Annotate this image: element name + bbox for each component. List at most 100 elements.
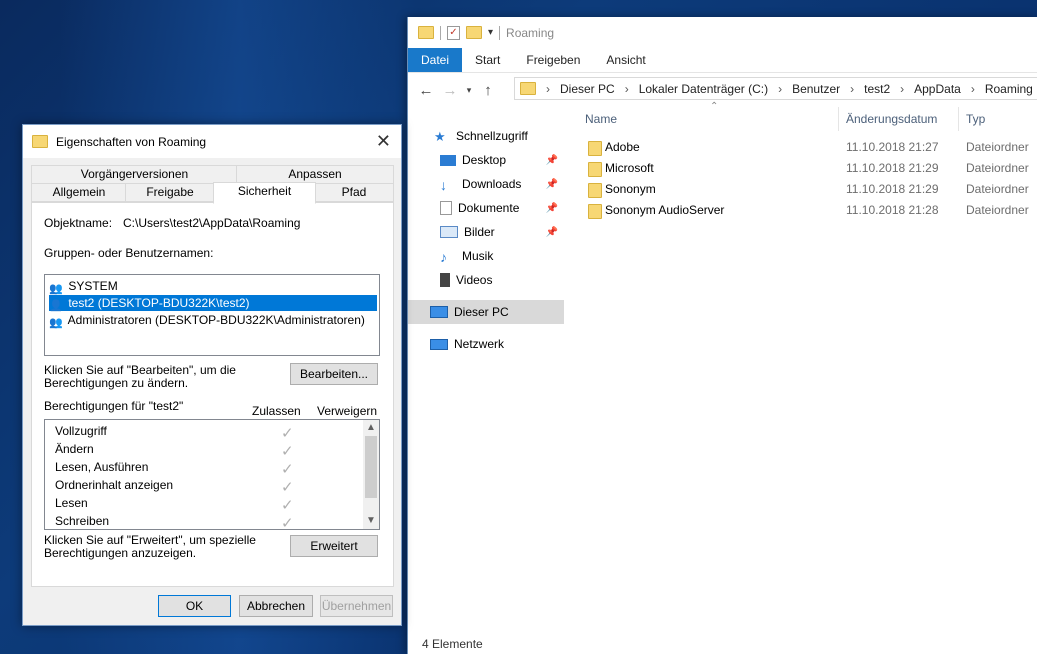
nav-label: Dieser PC (454, 305, 509, 319)
pin-icon[interactable]: 📌 (546, 155, 558, 166)
tab-general[interactable]: Allgemein (31, 183, 127, 202)
nav-label: Netzwerk (454, 337, 505, 351)
permissions-list[interactable]: Vollzugriff ✓ Ändern ✓ Lesen, Ausführen … (44, 419, 380, 530)
address-bar[interactable]: › Dieser PC › Lokaler Datenträger (C:) ›… (514, 77, 1037, 100)
permissions-scrollbar[interactable]: ▲ ▼ (363, 420, 379, 529)
nav-videos[interactable]: Videos (408, 268, 564, 292)
explorer-titlebar: ✓ ▾ Roaming (408, 17, 1037, 48)
close-icon[interactable]: ✕ (376, 131, 391, 152)
ribbon-tabs: Datei Start Freigeben Ansicht (408, 48, 1037, 73)
nav-this-pc[interactable]: Dieser PC (408, 300, 564, 324)
new-folder-icon[interactable] (466, 26, 482, 39)
file-row[interactable]: Sononym 11.10.2018 21:29 Dateiordner (574, 179, 1037, 200)
cancel-button[interactable]: Abbrechen (239, 595, 313, 617)
tab-start[interactable]: Start (462, 48, 513, 72)
tab-sharing[interactable]: Freigabe (125, 183, 215, 202)
forward-icon[interactable]: → (438, 82, 462, 99)
file-name: Sononym (605, 182, 656, 196)
dialog-title: Eigenschaften von Roaming (56, 134, 207, 149)
breadcrumb-users[interactable]: Benutzer (792, 82, 840, 96)
file-type: Dateiordner (966, 140, 1029, 154)
video-icon (440, 273, 450, 287)
nav-network[interactable]: Netzwerk (408, 332, 564, 356)
breadcrumb-roaming[interactable]: Roaming (985, 82, 1033, 96)
permission-row: Schreiben ✓ (55, 514, 355, 529)
file-date: 11.10.2018 21:28 (846, 203, 939, 217)
file-row[interactable]: Sononym AudioServer 11.10.2018 21:28 Dat… (574, 200, 1037, 221)
checkmark-icon: ✓ (281, 479, 294, 496)
object-name-label: Objektname: (44, 216, 113, 230)
nav-documents[interactable]: Dokumente 📌 (408, 196, 564, 220)
folder-icon (588, 141, 602, 156)
tab-view[interactable]: Ansicht (593, 48, 658, 72)
window-title: Roaming (506, 25, 555, 40)
chevron-right-icon[interactable]: › (625, 82, 629, 96)
folder-icon (588, 204, 602, 219)
scroll-thumb[interactable] (365, 436, 377, 498)
breadcrumb-appdata[interactable]: AppData (914, 82, 961, 96)
checkmark-icon: ✓ (281, 425, 294, 442)
pin-icon[interactable]: 📌 (546, 203, 558, 214)
column-type[interactable]: Typ (966, 112, 985, 126)
chevron-right-icon[interactable]: › (778, 82, 782, 96)
file-type: Dateiordner (966, 182, 1029, 196)
customize-quick-access-icon[interactable]: ▾ (488, 27, 493, 38)
back-icon[interactable]: ← (414, 82, 438, 99)
up-icon[interactable]: ↑ (476, 82, 500, 99)
permission-name: Schreiben (55, 514, 110, 528)
permission-row: Vollzugriff ✓ (55, 424, 355, 442)
recent-locations-icon[interactable]: ▾ (462, 85, 476, 96)
advanced-button[interactable]: Erweitert (290, 535, 378, 557)
user-name: Administratoren (DESKTOP-BDU322K\Adminis… (67, 313, 365, 327)
computer-icon (430, 306, 448, 318)
apply-button[interactable]: Übernehmen (320, 595, 393, 617)
pin-icon[interactable]: 📌 (546, 179, 558, 190)
properties-dialog: Eigenschaften von Roaming ✕ Vorgängerver… (22, 124, 402, 626)
breadcrumb-drive-c[interactable]: Lokaler Datenträger (C:) (639, 82, 768, 96)
column-name[interactable]: Name (585, 112, 617, 126)
file-date: 11.10.2018 21:27 (846, 140, 939, 154)
permission-name: Lesen, Ausführen (55, 460, 149, 474)
permission-name: Vollzugriff (55, 424, 107, 438)
tab-path[interactable]: Pfad (314, 183, 394, 202)
file-name: Microsoft (605, 161, 654, 175)
nav-quick-access[interactable]: ★ Schnellzugriff (408, 124, 564, 148)
column-date[interactable]: Änderungsdatum (846, 112, 937, 126)
list-item[interactable]: 👥 SYSTEM (49, 278, 377, 295)
chevron-right-icon[interactable]: › (900, 82, 904, 96)
chevron-right-icon[interactable]: › (546, 82, 550, 96)
nav-desktop[interactable]: Desktop 📌 (408, 148, 564, 172)
file-row[interactable]: Adobe 11.10.2018 21:27 Dateiordner (574, 137, 1037, 158)
nav-music[interactable]: ♪ Musik (408, 244, 564, 268)
breadcrumb-this-pc[interactable]: Dieser PC (560, 82, 615, 96)
nav-pictures[interactable]: Bilder 📌 (408, 220, 564, 244)
tab-security[interactable]: Sicherheit (213, 182, 316, 204)
object-name-value: C:\Users\test2\AppData\Roaming (123, 216, 301, 230)
scroll-up-icon[interactable]: ▲ (363, 420, 379, 436)
users-list[interactable]: 👥 SYSTEM 👤 test2 (DESKTOP-BDU322K\test2)… (44, 274, 380, 356)
chevron-right-icon[interactable]: › (850, 82, 854, 96)
breadcrumb-test2[interactable]: test2 (864, 82, 890, 96)
nav-label: Dokumente (458, 201, 520, 215)
list-item[interactable]: 👥 Administratoren (DESKTOP-BDU322K\Admin… (49, 312, 377, 329)
scroll-down-icon[interactable]: ▼ (363, 513, 379, 529)
file-row[interactable]: Microsoft 11.10.2018 21:29 Dateiordner (574, 158, 1037, 179)
pictures-icon (440, 226, 458, 238)
folder-icon (32, 135, 48, 148)
list-item[interactable]: 👤 test2 (DESKTOP-BDU322K\test2) (49, 295, 377, 312)
pin-icon[interactable]: 📌 (546, 227, 558, 238)
tab-file[interactable]: Datei (408, 48, 463, 72)
file-explorer-window: ✓ ▾ Roaming Datei Start Freigeben Ansich… (407, 17, 1037, 654)
chevron-right-icon[interactable]: › (971, 82, 975, 96)
permission-row: Lesen, Ausführen ✓ (55, 460, 355, 478)
file-type: Dateiordner (966, 203, 1029, 217)
nav-downloads[interactable]: ↓ Downloads 📌 (408, 172, 564, 196)
permission-row: Ändern ✓ (55, 442, 355, 460)
properties-icon[interactable]: ✓ (447, 25, 460, 40)
ok-button[interactable]: OK (158, 595, 231, 617)
edit-hint: Klicken Sie auf "Bearbeiten", um die (44, 363, 236, 377)
tab-previous-versions[interactable]: Vorgängerversionen (31, 165, 238, 184)
tab-share[interactable]: Freigeben (513, 48, 593, 72)
nav-label: Videos (456, 273, 493, 287)
edit-button[interactable]: Bearbeiten... (290, 363, 378, 385)
